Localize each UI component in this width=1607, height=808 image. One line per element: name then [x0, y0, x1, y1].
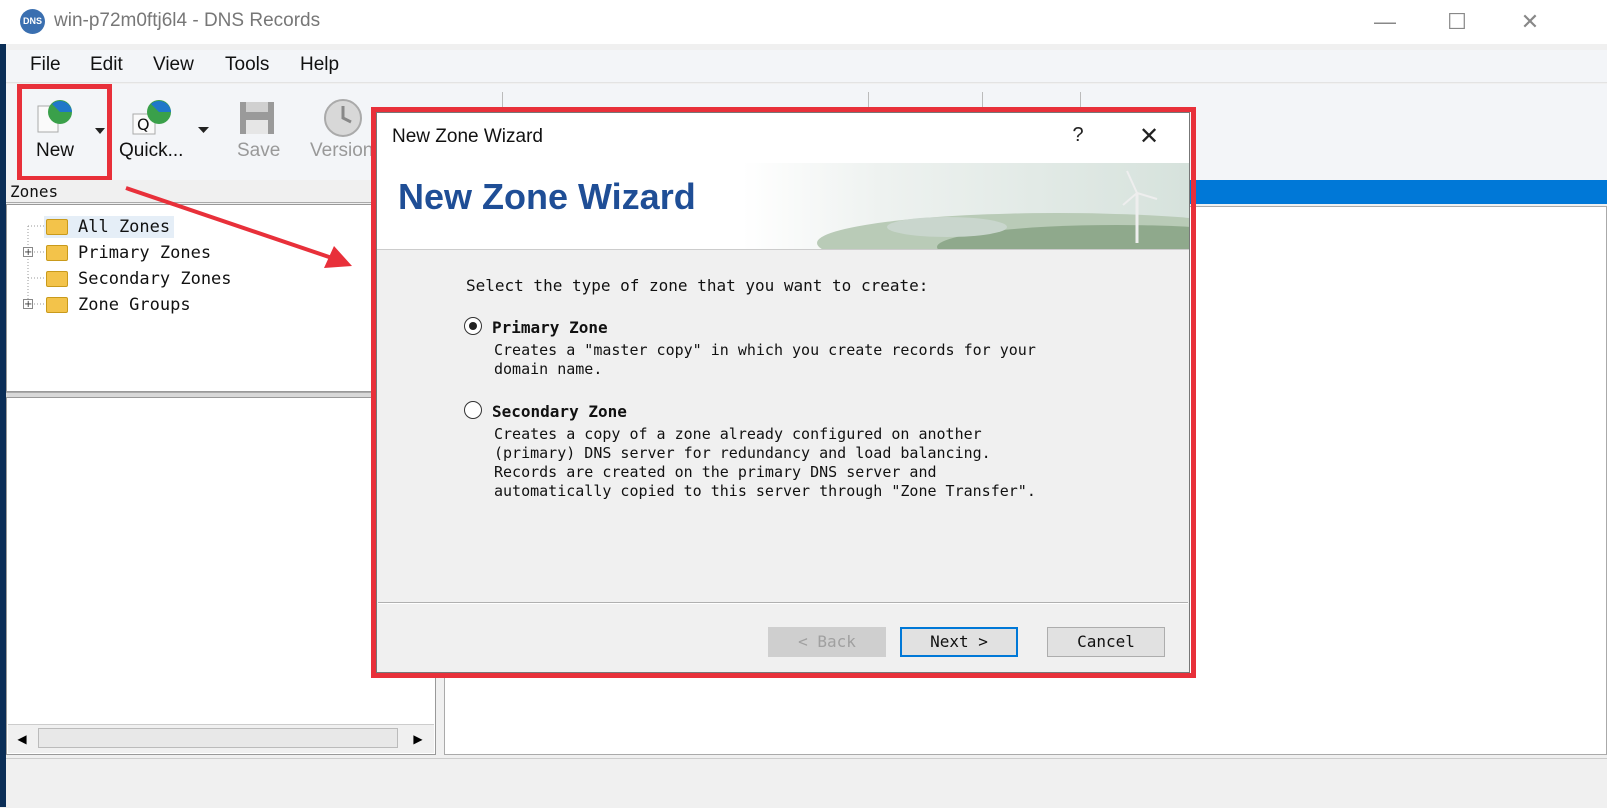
menu-tools[interactable]: Tools — [225, 54, 269, 76]
zones-header-label: Zones — [10, 182, 59, 201]
quick-button[interactable]: Q Quick... — [115, 88, 205, 176]
quick-zone-icon: Q — [132, 100, 171, 135]
folder-icon — [46, 297, 68, 313]
svg-text:Q: Q — [137, 115, 150, 134]
minimize-button[interactable]: — — [1355, 0, 1415, 44]
menu-help[interactable]: Help — [300, 54, 339, 76]
quick-dropdown-arrow-icon[interactable] — [198, 127, 210, 135]
zone-folder-icon — [46, 245, 68, 261]
status-bar — [6, 758, 1607, 808]
version-button-label: Version — [310, 140, 374, 161]
zone-folder-icon — [46, 271, 68, 287]
annotation-arrow-icon — [125, 186, 352, 268]
tree-item-label: Zone Groups — [78, 295, 191, 315]
quick-button-label: Quick... — [119, 140, 184, 161]
scroll-left-icon[interactable]: ◀ — [12, 729, 32, 749]
records-header-bar — [1188, 180, 1607, 204]
save-button-label: Save — [237, 140, 281, 161]
tree-item-zone-groups[interactable]: Zone Groups — [44, 294, 194, 316]
zone-folder-icon — [46, 219, 68, 235]
save-icon — [240, 102, 274, 134]
dns-app-icon: DNS — [20, 9, 45, 34]
scroll-right-icon[interactable]: ▶ — [408, 729, 428, 749]
window-title: win-p72m0ftj6l4 - DNS Records — [54, 10, 321, 31]
maximize-button[interactable]: ☐ — [1427, 0, 1487, 44]
menu-edit[interactable]: Edit — [90, 54, 123, 76]
horizontal-scrollbar[interactable]: ◀ ▶ — [8, 724, 434, 753]
menu-file[interactable]: File — [30, 54, 61, 76]
close-window-button[interactable]: ✕ — [1500, 0, 1560, 44]
new-button-highlight — [17, 84, 112, 181]
dialog-highlight — [371, 107, 1196, 678]
save-button[interactable]: Save — [228, 88, 288, 176]
expand-zone-groups-icon[interactable]: + — [23, 299, 33, 310]
scrollbar-thumb[interactable] — [38, 728, 398, 748]
clock-icon — [324, 99, 362, 137]
menu-view[interactable]: View — [153, 54, 194, 76]
expand-primary-zones-icon[interactable]: + — [23, 247, 33, 258]
version-button[interactable]: Version — [305, 88, 375, 176]
